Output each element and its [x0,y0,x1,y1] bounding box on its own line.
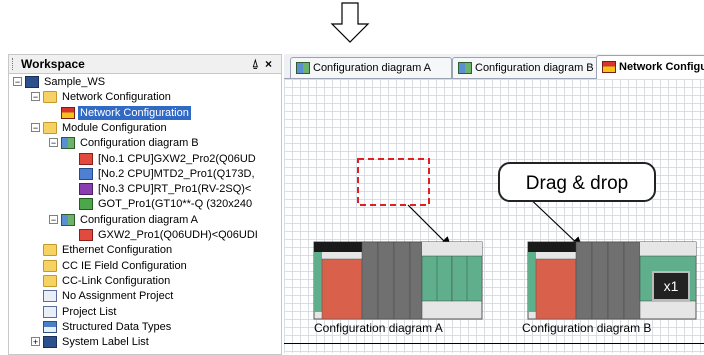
tree-item[interactable]: [No.2 CPU]MTD2_Pro1(Q173D, [79,167,257,181]
tab-bar: Configuration diagram A Configuration di… [284,54,704,79]
tree-item-label: System Label List [62,336,149,349]
divider-line [284,343,704,344]
tree-item[interactable]: GOT_Pro1(GT10**-Q (320x240 [79,197,254,211]
tree-item-label: Structured Data Types [62,320,172,333]
tree-item[interactable]: GXW2_Pro1(Q06UDH)<Q06UDI [79,228,260,242]
tree-item[interactable]: − Configuration diagram A [49,213,200,227]
drag-drop-callout: Drag & drop [498,162,656,202]
expand-icon[interactable]: + [31,337,40,347]
tree-item[interactable]: Network Configuration [61,105,191,120]
tree-item[interactable]: − Network Configuration [31,90,173,104]
grip-icon[interactable] [12,58,15,70]
tree-item-label: GXW2_Pro1(Q06UDH)<Q06UDI [98,229,258,241]
got-icon [79,198,93,211]
tree-item[interactable]: Ethernet Configuration [43,243,174,257]
tree-item-label: Ethernet Configuration [62,244,173,257]
collapse-icon[interactable]: − [49,138,58,148]
tree-item-label: CC IE Field Configuration [62,259,187,272]
robot-icon [79,183,93,196]
close-icon[interactable]: × [265,55,272,73]
config-diagram-icon [458,62,472,75]
tree-item-label: CC-Link Configuration [62,274,171,287]
editor-area: Configuration diagram A Configuration di… [284,54,704,353]
tab-configuration-diagram-a[interactable]: Configuration diagram A [290,57,452,78]
tree-item-label: Project List [62,305,117,318]
tree-item[interactable]: + System Label List [31,335,151,349]
tab-label: Configuration diagram A [313,62,432,74]
network-canvas[interactable]: Drag & drop x1 Configuration diagram A C… [284,79,704,353]
network-config-icon [602,61,616,74]
cpu-icon [79,229,93,241]
tree-item-label: [No.1 CPU]GXW2_Pro2(Q06UD [98,152,256,165]
tree-item[interactable]: − Module Configuration [31,121,169,135]
down-arrow-icon [330,2,370,43]
motion-icon [79,167,93,180]
project-icon [43,290,57,303]
folder-icon [43,259,57,272]
tab-network-configuration[interactable]: Network Configuration [596,55,704,79]
tab-label: Network Configuration [619,61,704,73]
tree-item[interactable]: CC IE Field Configuration [43,259,189,273]
config-diagram-icon [61,137,75,150]
diagram-b-caption: Configuration diagram B [522,321,652,335]
base-unit-a [313,241,483,320]
drop-target-box [357,158,430,206]
config-diagram-icon [296,62,310,75]
tree-item-label: Network Configuration [78,105,191,120]
struct-icon [43,320,57,333]
folder-icon [43,91,57,104]
tree-item-label: Sample_WS [44,76,106,88]
pin-icon[interactable]: ⍙ [252,55,259,73]
folder-icon [43,244,57,257]
folder-icon [43,121,57,134]
canvas-graphics [313,158,697,320]
collapse-icon[interactable]: − [49,214,58,224]
cpu-icon [79,152,93,165]
tree-item-label: GOT_Pro1(GT10**-Q (320x240 [98,198,253,211]
tree-item[interactable]: Structured Data Types [43,320,173,334]
workspace-panel: Workspace ⍙ × − Sample_WS − Network Configu… [8,54,282,355]
tree-item-label: [No.2 CPU]MTD2_Pro1(Q173D, [98,167,255,180]
collapse-icon[interactable]: − [13,77,22,87]
tree-item-label: Module Configuration [62,121,167,134]
collapse-icon[interactable]: − [31,92,40,102]
tree-item-label: [No.3 CPU]RT_Pro1(RV-2SQ)< [98,183,252,196]
tree-item[interactable]: CC-Link Configuration [43,274,172,288]
collapse-icon[interactable]: − [31,122,40,132]
tree-item[interactable]: Project List [43,305,118,319]
workspace-title: Workspace [21,57,85,71]
folder-icon [43,274,57,287]
diagram-a-caption: Configuration diagram A [314,321,443,335]
tree-item-label: Configuration diagram A [80,213,199,226]
tree-item[interactable]: − Configuration diagram B [49,136,201,150]
workspace-header: Workspace ⍙ × [9,55,281,74]
label-list-icon [43,336,57,349]
network-config-icon [61,106,75,119]
workspace-icon [25,76,39,88]
document-icon [43,305,57,318]
tree-item[interactable]: No Assignment Project [43,289,175,303]
tree-item[interactable]: − Sample_WS [13,75,107,89]
tab-configuration-diagram-b[interactable]: Configuration diagram B [452,57,600,78]
tree-item[interactable]: [No.1 CPU]GXW2_Pro2(Q06UD [79,152,258,166]
tree-item-label: No Assignment Project [62,290,174,303]
tree-item[interactable]: [No.3 CPU]RT_Pro1(RV-2SQ)< [79,182,253,196]
tab-label: Configuration diagram B [475,62,594,74]
tree-item-label: Configuration diagram B [80,137,199,150]
config-diagram-icon [61,213,75,226]
tree-item-label: Network Configuration [62,91,171,104]
multiplier-badge: x1 [652,271,690,301]
